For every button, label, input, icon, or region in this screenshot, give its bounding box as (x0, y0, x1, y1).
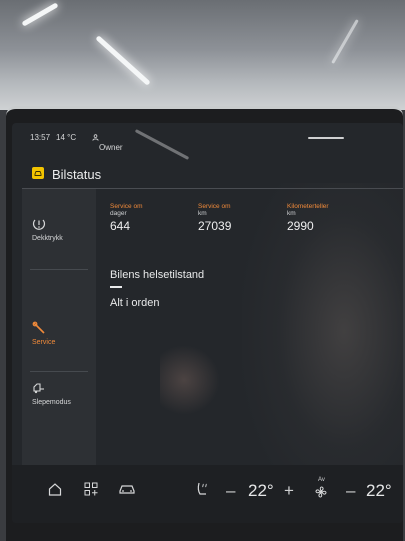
seat-heat-icon[interactable] (196, 481, 210, 497)
sidebar-item-dekktrykk[interactable]: Dekktrykk (22, 203, 96, 257)
car-icon[interactable] (118, 483, 136, 495)
clock: 13:57 (30, 133, 51, 142)
stat-value: 2990 (287, 219, 314, 233)
health-underline (110, 286, 122, 288)
status-bar: 13:57 14 °C Owner (12, 123, 403, 153)
outside-temperature: 14 °C (56, 133, 77, 142)
pull-down-handle[interactable] (308, 137, 344, 139)
sidebar-item-service[interactable]: Service (22, 311, 96, 365)
health-status: Alt i orden (110, 297, 160, 309)
sidebar-item-slepemodus[interactable]: Slepemodus (22, 363, 96, 417)
stat-service-km: Service om km 27039 (198, 203, 231, 233)
ceiling-light (331, 19, 359, 64)
wrench-icon (32, 321, 45, 334)
background-ceiling (0, 0, 405, 110)
stat-label: Service om (110, 203, 143, 210)
stat-value: 27039 (198, 219, 232, 233)
sidebar-item-label: Service (32, 339, 56, 346)
stat-value: 644 (110, 219, 131, 233)
climate-bar: – 22° + Av – 22° (12, 465, 403, 523)
stat-unit: km (287, 210, 296, 217)
fan-icon[interactable] (314, 485, 328, 499)
sidebar: Dekktrykk Service Slepemodus (22, 189, 96, 465)
sidebar-item-label: Dekktrykk (32, 235, 63, 242)
left-temp-increase-button[interactable]: + (284, 481, 294, 501)
stat-label: Service om (198, 203, 231, 210)
health-title: Bilens helsetilstand (110, 269, 205, 281)
stat-unit: km (198, 210, 207, 217)
fan-status-label: Av (318, 477, 325, 483)
ceiling-light (95, 35, 151, 86)
tow-mode-icon (33, 383, 44, 394)
left-temp-decrease-button[interactable]: – (226, 481, 235, 501)
right-temperature[interactable]: 22° (366, 481, 392, 501)
person-icon (92, 134, 99, 142)
ceiling-light (21, 2, 59, 27)
sidebar-divider (30, 269, 88, 270)
glass-reflection (160, 345, 220, 415)
page-header: Bilstatus (12, 159, 403, 187)
sidebar-item-label: Slepemodus (32, 399, 71, 406)
profile-indicator[interactable]: Owner (92, 133, 123, 152)
home-icon[interactable] (48, 483, 62, 496)
page-title: Bilstatus (52, 167, 102, 182)
profile-name: Owner (99, 143, 123, 152)
stat-service-days: Service om dager 644 (110, 203, 143, 233)
infotainment-screen: 13:57 14 °C Owner Bilstatus Dekktrykk Se… (12, 123, 403, 523)
apps-icon[interactable] (84, 482, 98, 496)
stat-unit: dager (110, 210, 127, 217)
car-status-icon (32, 167, 44, 179)
tire-pressure-icon (32, 219, 46, 230)
right-temp-decrease-button[interactable]: – (346, 481, 355, 501)
stat-odometer: Kilometerteller km 2990 (287, 203, 329, 233)
left-temperature[interactable]: 22° (248, 481, 274, 501)
stat-label: Kilometerteller (287, 203, 329, 210)
